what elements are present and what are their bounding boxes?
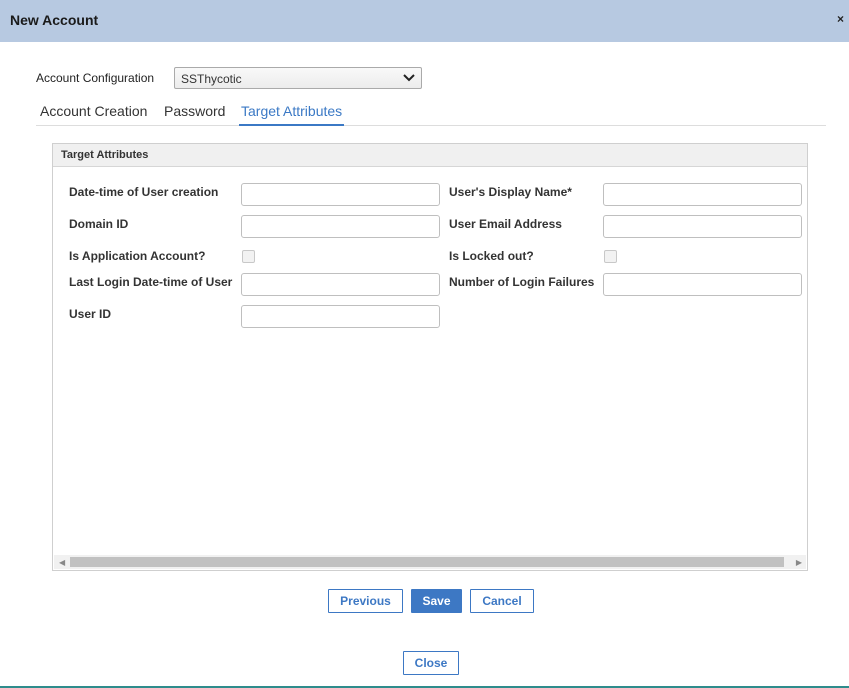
domain-id-label: Domain ID <box>69 217 129 231</box>
panel-title: Target Attributes <box>61 149 149 161</box>
email-label: User Email Address <box>449 217 562 231</box>
is-locked-out-checkbox[interactable] <box>604 250 617 263</box>
scrollbar-thumb[interactable] <box>70 557 784 567</box>
previous-button[interactable]: Previous <box>328 589 403 613</box>
close-button[interactable]: Close <box>403 651 459 675</box>
date-time-user-creation-input[interactable] <box>241 183 440 206</box>
last-login-input[interactable] <box>241 273 440 296</box>
arrow-left-icon[interactable]: ◀ <box>59 558 65 567</box>
display-name-input[interactable] <box>603 183 802 206</box>
tab-account-creation[interactable]: Account Creation <box>38 103 149 124</box>
login-failures-label: Number of Login Failures <box>449 275 595 289</box>
close-icon[interactable]: × <box>837 12 844 26</box>
is-locked-out-label: Is Locked out? <box>449 249 534 263</box>
domain-id-input[interactable] <box>241 215 440 238</box>
account-configuration-select[interactable]: SSThycotic <box>174 67 422 89</box>
chevron-down-icon <box>403 74 415 82</box>
account-configuration-value: SSThycotic <box>181 72 242 86</box>
cancel-button[interactable]: Cancel <box>470 589 534 613</box>
user-id-label: User ID <box>69 307 112 321</box>
is-application-account-checkbox[interactable] <box>242 250 255 263</box>
login-failures-input[interactable] <box>603 273 802 296</box>
dialog-title: New Account <box>10 12 99 28</box>
email-input[interactable] <box>603 215 802 238</box>
tab-password[interactable]: Password <box>162 103 227 124</box>
date-time-user-creation-label: Date-time of User creation <box>69 185 219 199</box>
save-button[interactable]: Save <box>411 589 462 613</box>
dialog-titlebar: New Account × <box>0 0 849 42</box>
user-id-input[interactable] <box>241 305 440 328</box>
panel-header: Target Attributes <box>53 144 807 167</box>
tab-target-attributes[interactable]: Target Attributes <box>239 103 345 126</box>
arrow-right-icon[interactable]: ▶ <box>796 558 802 567</box>
target-attributes-panel: Target Attributes Date-time of User crea… <box>52 143 808 571</box>
horizontal-scrollbar[interactable]: ◀ ▶ <box>54 555 806 569</box>
is-application-account-label: Is Application Account? <box>69 249 206 263</box>
display-name-label: User's Display Name* <box>449 185 572 199</box>
account-configuration-label: Account Configuration <box>36 71 155 85</box>
last-login-label: Last Login Date-time of User <box>69 275 233 289</box>
tab-bar: Account Creation Password Target Attribu… <box>36 103 826 126</box>
